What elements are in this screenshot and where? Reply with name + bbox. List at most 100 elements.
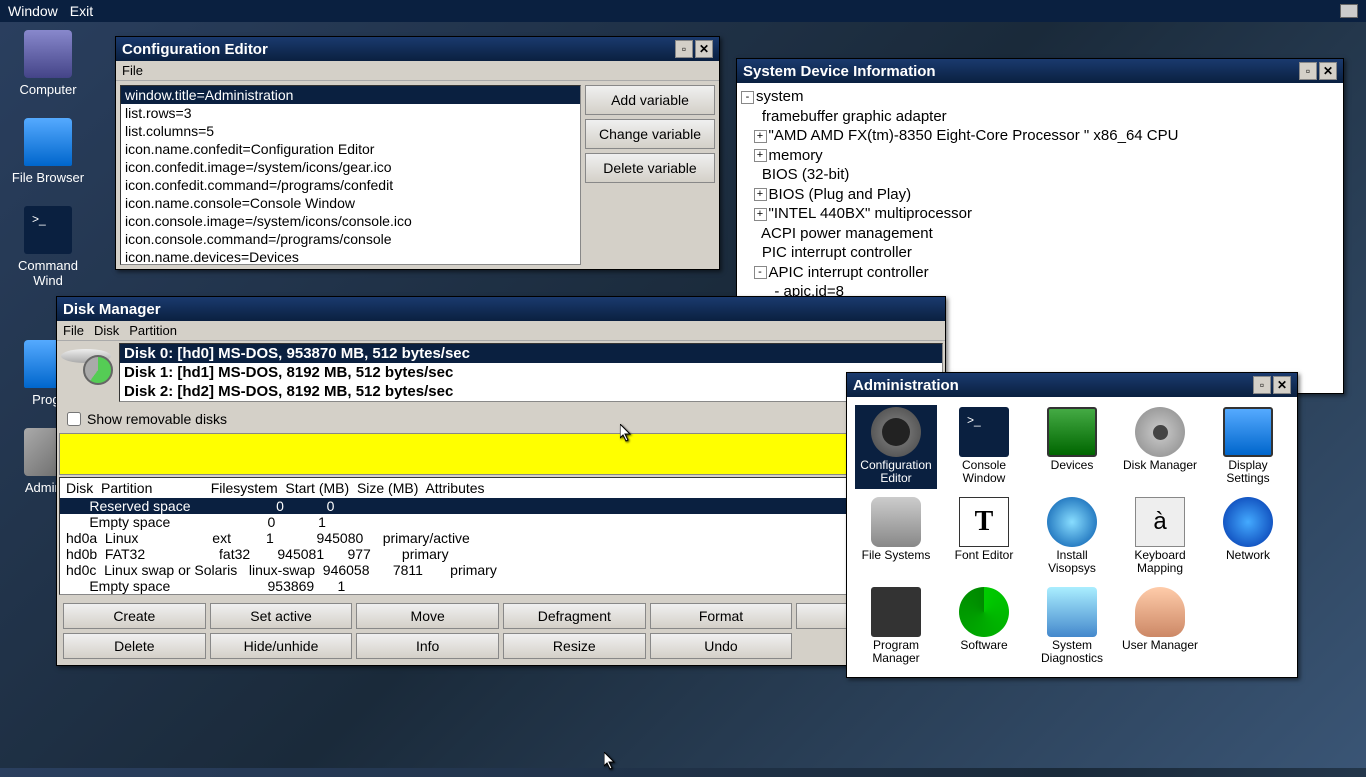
undo-button[interactable]: Undo [650, 633, 793, 659]
disk-list-item[interactable]: Disk 0: [hd0] MS-DOS, 953870 MB, 512 byt… [120, 344, 942, 363]
config-variable-item[interactable]: list.columns=5 [121, 122, 580, 140]
admin-icon-user-manager[interactable]: User Manager [1119, 585, 1201, 669]
disk-manager-titlebar[interactable]: Disk Manager [57, 297, 945, 321]
admin-icon-console-window[interactable]: Console Window [943, 405, 1025, 489]
admin-icon-disk-manager[interactable]: Disk Manager [1119, 405, 1201, 489]
admin-icon-label: Devices [1033, 459, 1111, 487]
tree-expand-icon[interactable]: + [754, 149, 767, 162]
computer-icon [24, 30, 72, 78]
device-tree-item[interactable]: -system [741, 87, 1339, 107]
menu-exit[interactable]: Exit [70, 3, 93, 19]
admin-icon-devices[interactable]: Devices [1031, 405, 1113, 489]
device-tree-item[interactable]: +"AMD AMD FX(tm)-8350 Eight-Core Process… [741, 126, 1339, 146]
desktop-filebrowser-icon[interactable]: File Browser [8, 118, 88, 185]
close-button[interactable]: ✕ [1319, 62, 1337, 80]
create-button[interactable]: Create [63, 603, 206, 629]
add-variable-button[interactable]: Add variable [585, 85, 715, 115]
admin-icon-software[interactable]: Software [943, 585, 1025, 669]
device-info-titlebar[interactable]: System Device Information ▫ ✕ [737, 59, 1343, 83]
tree-expand-icon[interactable]: + [754, 208, 767, 221]
admin-icon-system-diagnostics[interactable]: System Diagnostics [1031, 585, 1113, 669]
config-variable-item[interactable]: icon.name.confedit=Configuration Editor [121, 140, 580, 158]
config-variable-item[interactable]: list.rows=3 [121, 104, 580, 122]
device-tree-item[interactable]: BIOS (32-bit) [741, 165, 1339, 185]
device-tree-item[interactable]: framebuffer graphic adapter [741, 107, 1339, 127]
partition-table[interactable]: Disk Partition Filesystem Start (MB) Siz… [59, 477, 943, 595]
menu-disk[interactable]: Disk [94, 323, 119, 338]
admin-icon-display-settings[interactable]: Display Settings [1207, 405, 1289, 489]
admin-icon-grid: Configuration EditorConsole Window Device… [847, 397, 1297, 677]
desktop-computer-icon[interactable]: Computer [8, 30, 88, 97]
window-title: System Device Information [743, 63, 1297, 80]
desktop-cmdwindow-icon[interactable]: Command Wind [8, 206, 88, 288]
config-variable-item[interactable]: icon.console.command=/programs/console [121, 230, 580, 248]
config-variable-list[interactable]: window.title=Administrationlist.rows=3li… [120, 85, 581, 265]
minimize-button[interactable]: ▫ [1253, 376, 1271, 394]
admin-icon-network[interactable]: Network [1207, 495, 1289, 579]
window-title: Administration [853, 377, 1251, 394]
setactive-button[interactable]: Set active [210, 603, 353, 629]
device-tree-item[interactable]: +"INTEL 440BX" multiprocessor [741, 204, 1339, 224]
info-button[interactable]: Info [356, 633, 499, 659]
admin-icon-program-manager[interactable]: Program Manager [855, 585, 937, 669]
admin-icon-keyboard-mapping[interactable]: Keyboard Mapping [1119, 495, 1201, 579]
config-variable-item[interactable]: icon.confedit.image=/system/icons/gear.i… [121, 158, 580, 176]
tree-expand-icon[interactable]: - [754, 266, 767, 279]
chip-icon [1047, 407, 1097, 457]
window-title: Disk Manager [63, 301, 939, 318]
close-button[interactable]: ✕ [695, 40, 713, 58]
partition-row[interactable]: hd0a Linux ext 1 945080 primary/active [60, 530, 942, 546]
menu-file[interactable]: File [122, 63, 143, 78]
partition-row[interactable]: Empty space 0 1 [60, 514, 942, 530]
hide-button[interactable]: Hide/unhide [210, 633, 353, 659]
admin-icon-label: Software [945, 639, 1023, 667]
partition-visual[interactable] [59, 433, 943, 475]
administration-window: Administration ▫ ✕ Configuration EditorC… [846, 372, 1298, 678]
device-tree-item[interactable]: +BIOS (Plug and Play) [741, 185, 1339, 205]
partition-row[interactable]: Reserved space 0 0 [60, 498, 942, 514]
sys-min-button[interactable] [1340, 4, 1358, 18]
disk-list-item[interactable]: Disk 2: [hd2] MS-DOS, 8192 MB, 512 bytes… [120, 382, 942, 401]
show-removable-row: Show removable disks [57, 405, 945, 433]
partition-row[interactable]: hd0b FAT32 fat32 945081 977 primary [60, 546, 942, 562]
resize-button[interactable]: Resize [503, 633, 646, 659]
disk-list[interactable]: Disk 0: [hd0] MS-DOS, 953870 MB, 512 byt… [119, 343, 943, 402]
tree-expand-icon[interactable]: + [754, 188, 767, 201]
delete-button[interactable]: Delete [63, 633, 206, 659]
config-variable-item[interactable]: icon.console.image=/system/icons/console… [121, 212, 580, 230]
config-variable-item[interactable]: icon.confedit.command=/programs/confedit [121, 176, 580, 194]
config-variable-item[interactable]: window.title=Administration [121, 86, 580, 104]
config-variable-item[interactable]: icon.name.devices=Devices [121, 248, 580, 265]
administration-titlebar[interactable]: Administration ▫ ✕ [847, 373, 1297, 397]
admin-icon-font-editor[interactable]: Font Editor [943, 495, 1025, 579]
config-editor-titlebar[interactable]: Configuration Editor ▫ ✕ [116, 37, 719, 61]
disk-manager-window: Disk Manager File Disk Partition Disk 0:… [56, 296, 946, 666]
disk-list-item[interactable]: Disk 1: [hd1] MS-DOS, 8192 MB, 512 bytes… [120, 363, 942, 382]
defragment-button[interactable]: Defragment [503, 603, 646, 629]
menu-window[interactable]: Window [8, 3, 58, 19]
tree-expand-icon[interactable]: - [741, 91, 754, 104]
prog-icon [871, 587, 921, 637]
config-variable-item[interactable]: icon.name.console=Console Window [121, 194, 580, 212]
minimize-button[interactable]: ▫ [675, 40, 693, 58]
admin-icon-file-systems[interactable]: File Systems [855, 495, 937, 579]
show-removable-checkbox[interactable] [67, 412, 81, 426]
delete-variable-button[interactable]: Delete variable [585, 153, 715, 183]
partition-row[interactable]: hd0c Linux swap or Solaris linux-swap 94… [60, 562, 942, 578]
window-title: Configuration Editor [122, 41, 673, 58]
menu-file[interactable]: File [63, 323, 84, 338]
tree-expand-icon[interactable]: + [754, 130, 767, 143]
admin-icon-configuration-editor[interactable]: Configuration Editor [855, 405, 937, 489]
move-button[interactable]: Move [356, 603, 499, 629]
admin-icon-install-visopsys[interactable]: Install Visopsys [1031, 495, 1113, 579]
device-tree-item[interactable]: PIC interrupt controller [741, 243, 1339, 263]
device-tree-item[interactable]: ACPI power management [741, 224, 1339, 244]
minimize-button[interactable]: ▫ [1299, 62, 1317, 80]
change-variable-button[interactable]: Change variable [585, 119, 715, 149]
format-button[interactable]: Format [650, 603, 793, 629]
close-button[interactable]: ✕ [1273, 376, 1291, 394]
device-tree-item[interactable]: +memory [741, 146, 1339, 166]
menu-partition[interactable]: Partition [129, 323, 177, 338]
device-tree-item[interactable]: -APIC interrupt controller [741, 263, 1339, 283]
partition-row[interactable]: Empty space 953869 1 [60, 578, 942, 594]
